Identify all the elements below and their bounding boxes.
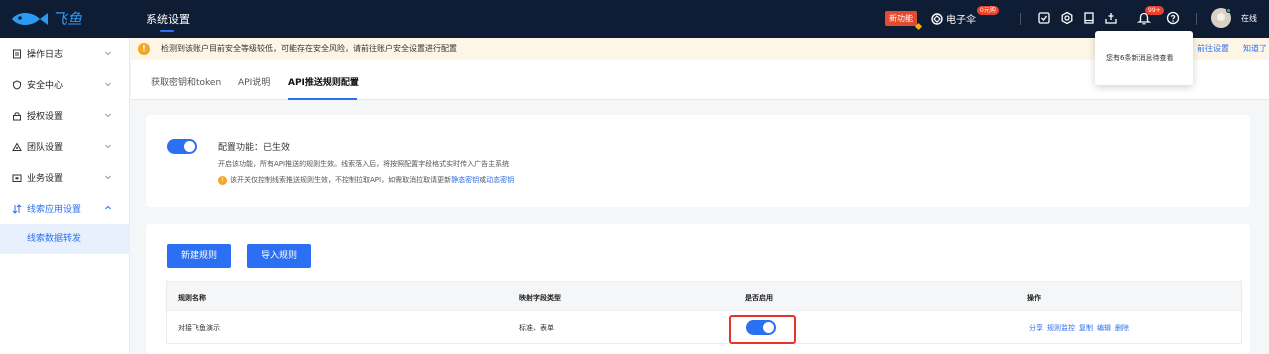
new-rule-button[interactable]: 新建规则 xyxy=(167,244,232,268)
brand-button[interactable]: 电子伞 0元购 xyxy=(931,6,999,26)
sidebar-item-security[interactable]: 安全中心 xyxy=(0,69,130,100)
sidebar-item-label: 业务设置 xyxy=(27,174,64,184)
share-link[interactable]: 分享 xyxy=(1029,323,1043,333)
new-feature-label: 新功能 xyxy=(889,14,913,23)
brand-badge: 0元购 xyxy=(977,6,999,15)
logo-text: 飞鱼 xyxy=(52,10,82,28)
help-icon[interactable] xyxy=(1166,11,1180,25)
sidebar-item-operation-log[interactable]: 操作日志 xyxy=(0,38,130,69)
sidebar-item-label: 团队设置 xyxy=(27,143,64,153)
sidebar-item-label: 授权设置 xyxy=(27,112,64,122)
config-description: 开启该功能，所有API推送的规则生效。线索落入后，将按照配置字段格式实时传入广告… xyxy=(218,160,510,168)
download-icon[interactable] xyxy=(1104,11,1118,25)
dynamic-key-link[interactable]: 动态密钥 xyxy=(486,175,514,185)
chevron-down-icon xyxy=(105,144,111,149)
title-underline xyxy=(160,30,174,32)
notification-popup[interactable]: 您有6条新消息待查看 xyxy=(1095,31,1193,85)
chevron-down-icon xyxy=(105,51,111,56)
sidebar-item-label: 安全中心 xyxy=(27,81,64,91)
config-note: ! 该开关仅控制线索推送规则生效，不控制拉取API，如需取消拉取请更新 静态密钥… xyxy=(218,175,514,185)
online-status-dot xyxy=(1226,8,1231,13)
lead-app-icon xyxy=(12,203,22,214)
lock-icon xyxy=(13,111,21,120)
column-header: 操作 xyxy=(1027,294,1041,302)
table-header: 规则名称 映射字段类型 是否启用 操作 xyxy=(166,281,1242,311)
divider xyxy=(1020,13,1021,25)
divider xyxy=(1196,13,1197,25)
page-title: 系统设置 xyxy=(146,13,190,26)
config-note-mid: 或 xyxy=(479,176,487,184)
warning-actions: 前往设置 知道了 xyxy=(1197,43,1267,54)
brand-label: 电子伞 xyxy=(946,15,976,26)
settings-icon[interactable] xyxy=(1060,11,1074,25)
info-icon: ! xyxy=(218,175,227,185)
rules-card: 新建规则 导入规则 规则名称 映射字段类型 是否启用 操作 对接飞鱼演示 标准、… xyxy=(146,224,1250,354)
tab-api-doc[interactable]: API说明 xyxy=(238,75,270,88)
field-type-cell: 标准、表单 xyxy=(519,324,554,332)
brand-icon xyxy=(931,12,943,25)
config-card: 配置功能：已生效 开启该功能，所有API推送的规则生效。线索落入后，将按照配置字… xyxy=(146,115,1250,207)
column-header: 映射字段类型 xyxy=(519,294,561,302)
tab-key-token[interactable]: 获取密钥和token xyxy=(151,75,221,88)
config-note-text: 该开关仅控制线索推送规则生效，不控制拉取API，如需取消拉取请更新 xyxy=(230,176,452,184)
row-operations: 分享 规则监控 复制 编辑 删除 xyxy=(1029,323,1129,333)
notification-badge: 99+ xyxy=(1145,6,1164,15)
warning-text: 检测到该账户目前安全等级较低，可能存在安全风险，请前往账户安全设置进行配置 xyxy=(161,44,457,53)
sidebar-item-business[interactable]: 业务设置 xyxy=(0,162,130,193)
edit-link[interactable]: 编辑 xyxy=(1097,323,1111,333)
config-toggle[interactable] xyxy=(167,139,197,154)
sidebar-item-label: 操作日志 xyxy=(27,50,64,60)
sidebar-item-team[interactable]: 团队设置 xyxy=(0,131,130,162)
highlight-box xyxy=(729,315,796,344)
shield-icon xyxy=(13,79,21,90)
sidebar: 操作日志 安全中心 授权设置 团队设置 业务设置 线索应用设置 线索数据转发 xyxy=(0,38,130,354)
business-icon xyxy=(12,174,22,182)
import-rule-button[interactable]: 导入规则 xyxy=(247,244,312,268)
notification-text: 您有6条新消息待查看 xyxy=(1106,54,1174,62)
chevron-down-icon xyxy=(105,113,111,118)
table-row: 对接飞鱼演示 标准、表单 分享 规则监控 复制 编辑 删除 xyxy=(166,311,1242,344)
delete-link[interactable]: 删除 xyxy=(1115,323,1129,333)
top-bar: 飞鱼 系统设置 新功能 电子伞 0元购 99+ 在线 xyxy=(0,0,1269,38)
log-icon xyxy=(13,49,21,58)
monitor-link[interactable]: 规则监控 xyxy=(1047,323,1075,333)
logo[interactable]: 飞鱼 xyxy=(10,8,90,30)
online-status: 在线 xyxy=(1241,14,1257,23)
sidebar-item-authorization[interactable]: 授权设置 xyxy=(0,100,130,131)
sparkle-icon xyxy=(914,22,923,31)
team-icon xyxy=(12,141,22,151)
go-settings-link[interactable]: 前往设置 xyxy=(1197,43,1229,54)
new-feature-button[interactable]: 新功能 xyxy=(885,11,923,31)
warning-icon: ! xyxy=(138,43,150,55)
tab-push-rules[interactable]: API推送规则配置 xyxy=(288,75,359,88)
dismiss-link[interactable]: 知道了 xyxy=(1243,43,1267,54)
config-status: 配置功能：已生效 xyxy=(218,143,291,153)
rule-name-cell: 对接飞鱼演示 xyxy=(178,324,220,332)
chevron-down-icon xyxy=(105,82,111,87)
active-tab-indicator xyxy=(288,98,357,100)
sidebar-item-label: 线索应用设置 xyxy=(27,205,82,215)
copy-link[interactable]: 复制 xyxy=(1079,323,1093,333)
column-header: 是否启用 xyxy=(745,294,773,302)
book-icon[interactable] xyxy=(1082,11,1096,25)
static-key-link[interactable]: 静态密钥 xyxy=(451,175,479,185)
sidebar-item-lead-app[interactable]: 线索应用设置 xyxy=(0,193,130,224)
task-icon[interactable] xyxy=(1037,11,1051,25)
chevron-up-icon xyxy=(105,205,111,210)
sidebar-subitem-lead-forward[interactable]: 线索数据转发 xyxy=(0,224,130,254)
chevron-down-icon xyxy=(105,175,111,180)
column-header: 规则名称 xyxy=(178,294,206,302)
